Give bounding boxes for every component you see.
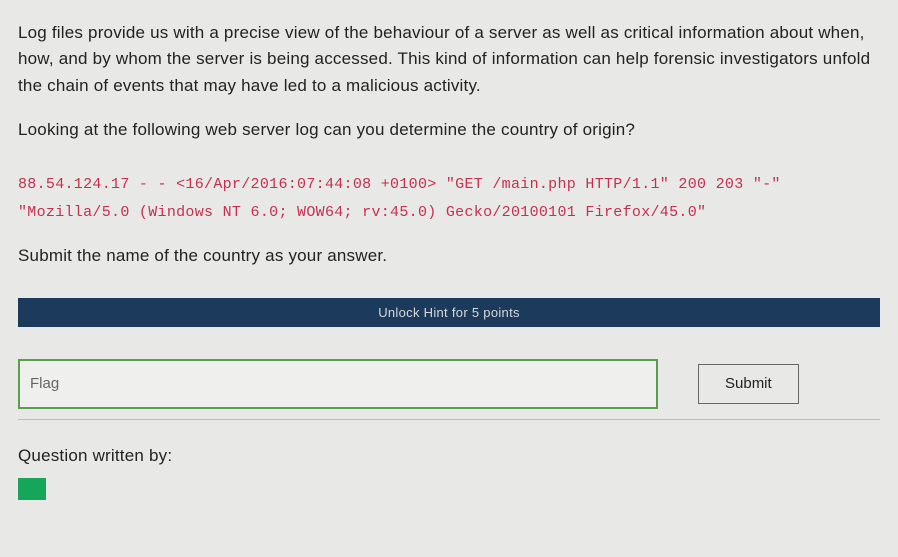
submission-instruction: Submit the name of the country as your a…: [18, 246, 880, 266]
unlock-hint-button[interactable]: Unlock Hint for 5 points: [18, 298, 880, 327]
flag-input-container: [18, 359, 658, 409]
challenge-description: Log files provide us with a precise view…: [18, 20, 880, 99]
author-label: Question written by:: [18, 446, 880, 466]
challenge-question: Looking at the following web server log …: [18, 117, 880, 143]
section-divider: [18, 419, 880, 420]
author-avatar: [18, 478, 46, 500]
answer-row: Submit: [18, 359, 880, 409]
submit-button[interactable]: Submit: [698, 364, 799, 404]
log-sample: 88.54.124.17 - - <16/Apr/2016:07:44:08 +…: [18, 171, 880, 228]
flag-input[interactable]: [30, 375, 646, 392]
